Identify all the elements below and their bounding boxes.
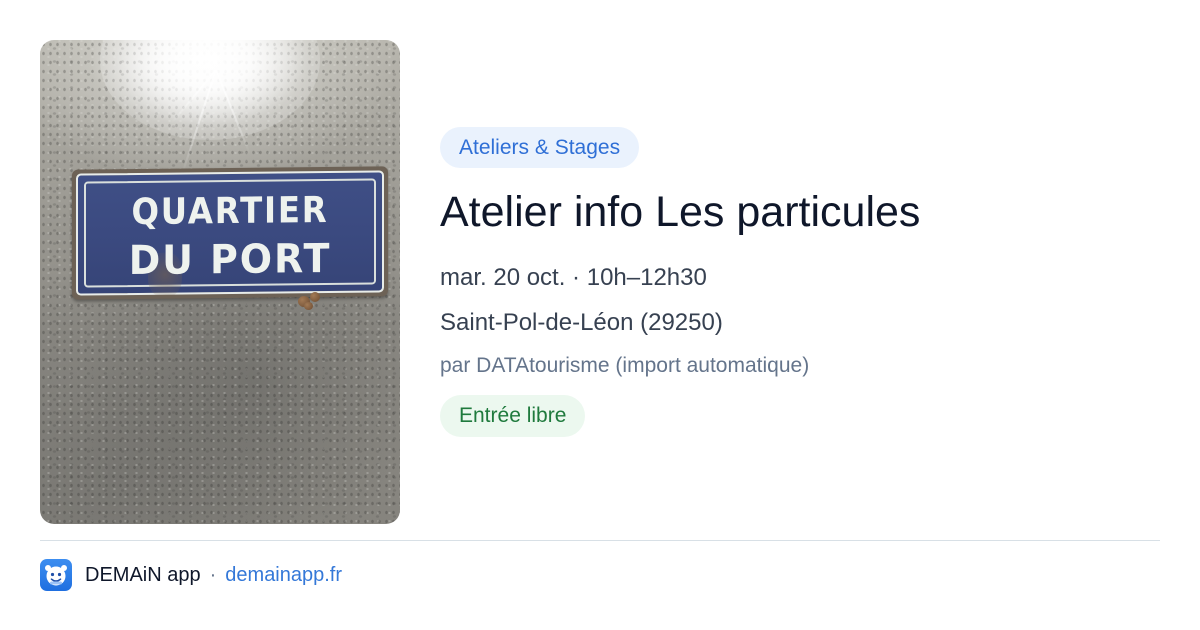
pebble bbox=[304, 302, 313, 310]
event-title: Atelier info Les particules bbox=[440, 188, 921, 236]
demain-app-icon bbox=[40, 559, 72, 591]
street-sign: QUARTIER DU PORT bbox=[72, 166, 388, 300]
street-sign-line-1: QUARTIER bbox=[131, 189, 329, 234]
event-datetime: mar. 20 oct. · 10h–12h30 bbox=[440, 264, 707, 291]
event-photo: QUARTIER DU PORT bbox=[40, 40, 400, 524]
domain-link[interactable]: demainapp.fr bbox=[225, 564, 342, 587]
price-badge: Entrée libre bbox=[440, 395, 586, 437]
street-sign-line-2: DU PORT bbox=[128, 235, 332, 285]
footer-divider bbox=[40, 540, 1160, 541]
street-sign-plate: QUARTIER DU PORT bbox=[76, 170, 384, 297]
footer-separator: · bbox=[209, 563, 217, 586]
category-badge[interactable]: Ateliers & Stages bbox=[440, 127, 640, 168]
event-organizer: par DATAtourisme (import automatique) bbox=[440, 354, 810, 377]
footer: DEMAiN app · demainapp.fr bbox=[40, 558, 342, 592]
event-location: Saint-Pol-de-Léon (29250) bbox=[440, 309, 723, 336]
app-name: DEMAiN app bbox=[85, 563, 201, 586]
pebble bbox=[310, 292, 320, 302]
app-logo-glyph bbox=[45, 565, 67, 586]
